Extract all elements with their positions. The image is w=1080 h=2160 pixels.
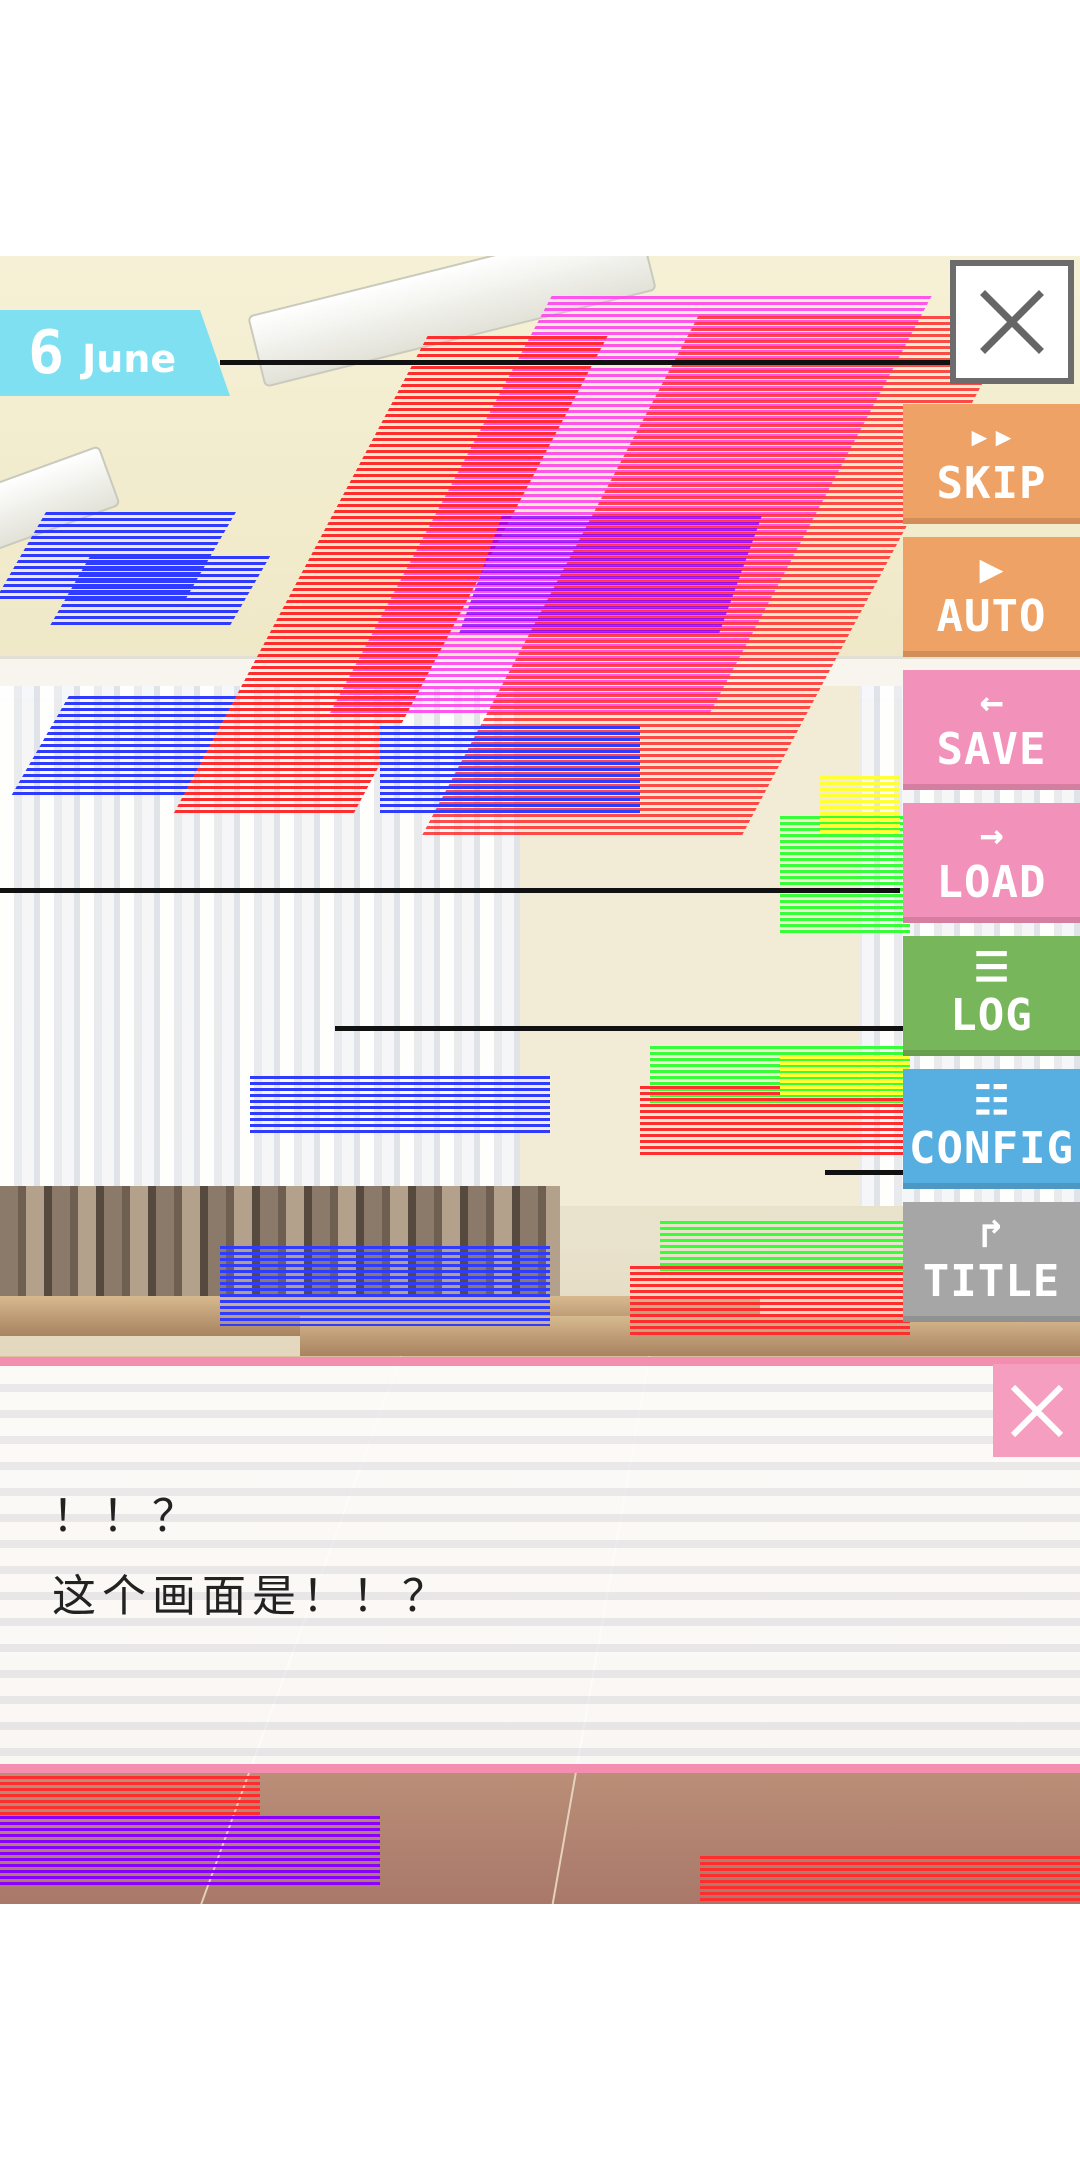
title-label: TITLE: [922, 1256, 1061, 1307]
glitch-bar: [0, 1816, 380, 1886]
save-label: SAVE: [936, 724, 1047, 775]
close-menu-button[interactable]: [950, 260, 1074, 384]
log-button[interactable]: ☰ LOG: [903, 936, 1080, 1056]
load-button[interactable]: → LOAD: [903, 803, 1080, 923]
log-icon: ☰: [973, 945, 1010, 991]
config-label: CONFIG: [909, 1123, 1074, 1174]
date-day: 6: [28, 318, 65, 388]
log-label: LOG: [950, 990, 1033, 1041]
save-button[interactable]: ← SAVE: [903, 670, 1080, 790]
glitch-line: [335, 1026, 905, 1031]
load-icon: →: [979, 812, 1004, 858]
glitch-bar: [660, 1221, 910, 1271]
close-icon: [980, 290, 1044, 354]
config-button[interactable]: ☷ CONFIG: [903, 1069, 1080, 1189]
glitch-bar: [820, 776, 900, 836]
glitch-bar: [780, 1056, 910, 1096]
glitch-bar: [700, 1856, 1080, 1904]
glitch-bar: [630, 1266, 910, 1336]
title-button[interactable]: ↱ TITLE: [903, 1202, 1080, 1322]
glitch-bar: [640, 1086, 910, 1156]
date-month: June: [82, 337, 177, 381]
glitch-bar: [458, 516, 762, 636]
dialogue-line-2: 这个画面是！！？: [52, 1571, 452, 1622]
glitch-bar: [0, 1776, 260, 1816]
glitch-bar: [220, 1246, 550, 1326]
dialogue-line-1: ！！？: [52, 1491, 202, 1542]
skip-button[interactable]: ▸▸ SKIP: [903, 404, 1080, 524]
auto-label: AUTO: [936, 591, 1047, 642]
load-label: LOAD: [936, 857, 1047, 908]
date-banner: 6 June: [0, 310, 230, 396]
dialogue-close-button[interactable]: [993, 1364, 1080, 1457]
glitch-bar: [250, 1076, 550, 1136]
auto-icon: ▶: [979, 546, 1004, 592]
close-icon: [1010, 1384, 1063, 1437]
glitch-bar: [380, 726, 640, 816]
skip-label: SKIP: [936, 458, 1047, 509]
glitch-line: [220, 360, 950, 365]
title-icon: ↱: [979, 1211, 1004, 1257]
glitch-line: [0, 888, 900, 893]
auto-button[interactable]: ▶ AUTO: [903, 537, 1080, 657]
config-icon: ☷: [973, 1078, 1010, 1124]
glitch-line: [825, 1170, 905, 1175]
skip-icon: ▸▸: [967, 413, 1016, 459]
save-icon: ←: [979, 679, 1004, 725]
